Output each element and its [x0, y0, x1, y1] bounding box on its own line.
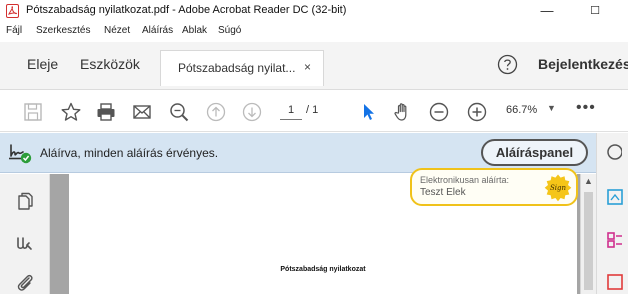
sign-in-link[interactable]: Bejelentkezés: [538, 56, 628, 72]
document-tab-label: Pótszabadság nyilat...: [178, 61, 296, 75]
toolbar: 1 / 1 66.7% ▼ •••: [0, 91, 628, 132]
tab-bar: Eleje Eszközök Pótszabadság nyilat... × …: [0, 42, 628, 90]
menu-edit[interactable]: Szerkesztés: [36, 25, 90, 36]
zoom-search-icon[interactable]: [168, 101, 190, 123]
signature-banner: Aláírva, minden aláírás érvényes. Aláírá…: [0, 133, 596, 173]
organize-pages-icon[interactable]: [606, 231, 624, 249]
close-tab-button[interactable]: ×: [304, 60, 311, 74]
attachments-icon[interactable]: [14, 272, 36, 294]
title-bar: Pótszabadság nyilatkozat.pdf - Adobe Acr…: [0, 0, 628, 22]
zoom-in-icon[interactable]: [466, 101, 488, 123]
help-icon[interactable]: [497, 54, 518, 75]
create-pdf-icon[interactable]: [606, 273, 624, 291]
signer-name: Teszt Elek: [420, 187, 466, 198]
menu-bar: Fájl Szerkesztés Nézet Aláírás Ablak Súg…: [0, 22, 628, 41]
maximize-button[interactable]: ☐: [584, 2, 606, 20]
vertical-scrollbar[interactable]: ▲: [580, 174, 596, 294]
page-up-icon[interactable]: [205, 101, 227, 123]
more-tools-button[interactable]: •••: [576, 99, 596, 117]
page-thumbnails-icon[interactable]: [14, 192, 36, 214]
star-icon[interactable]: [60, 101, 82, 123]
tab-tools[interactable]: Eszközök: [80, 56, 140, 72]
right-tools-pane: [596, 133, 628, 294]
email-icon[interactable]: [131, 101, 153, 123]
select-pointer-icon[interactable]: [357, 101, 379, 123]
zoom-level[interactable]: 66.7%: [506, 104, 537, 116]
print-icon[interactable]: [95, 101, 117, 123]
acrobat-app-icon: [6, 4, 19, 18]
tab-document[interactable]: Pótszabadság nyilat... ×: [160, 50, 324, 86]
signatures-panel-icon[interactable]: [14, 232, 36, 254]
signature-caption: Elektronikusan aláírta:: [420, 175, 510, 185]
signature-status-text: Aláírva, minden aláírás érvényes.: [40, 146, 219, 160]
window-title: Pótszabadság nyilatkozat.pdf - Adobe Acr…: [26, 4, 347, 16]
menu-help[interactable]: Súgó: [218, 25, 241, 36]
current-page-input[interactable]: 1: [280, 101, 302, 120]
tab-home[interactable]: Eleje: [27, 56, 58, 72]
export-pdf-icon[interactable]: [606, 188, 624, 206]
zoom-dropdown-icon[interactable]: ▼: [547, 103, 556, 113]
scroll-up-arrow-icon[interactable]: ▲: [584, 176, 593, 186]
menu-view[interactable]: Nézet: [104, 25, 130, 36]
minimize-button[interactable]: —: [536, 2, 558, 20]
page-down-icon[interactable]: [241, 101, 263, 123]
menu-sign[interactable]: Aláírás: [142, 25, 173, 36]
seal-text: Sign: [550, 184, 567, 192]
scroll-thumb[interactable]: [584, 192, 593, 290]
hand-tool-icon[interactable]: [392, 101, 414, 123]
signature-field[interactable]: Elektronikusan aláírta: Teszt Elek Sign: [410, 168, 578, 206]
signature-valid-icon: [9, 144, 32, 164]
menu-window[interactable]: Ablak: [182, 25, 207, 36]
page-total: / 1: [306, 104, 319, 116]
document-title: Pótszabadság nyilatkozat: [280, 266, 366, 273]
save-icon[interactable]: [22, 101, 44, 123]
zoom-out-icon[interactable]: [428, 101, 450, 123]
left-navigation-pane: [0, 174, 50, 294]
search-icon[interactable]: [604, 143, 622, 161]
signature-panel-button[interactable]: Aláíráspanel: [481, 139, 588, 166]
signature-seal-icon: Sign: [544, 174, 572, 202]
menu-file[interactable]: Fájl: [6, 25, 22, 36]
